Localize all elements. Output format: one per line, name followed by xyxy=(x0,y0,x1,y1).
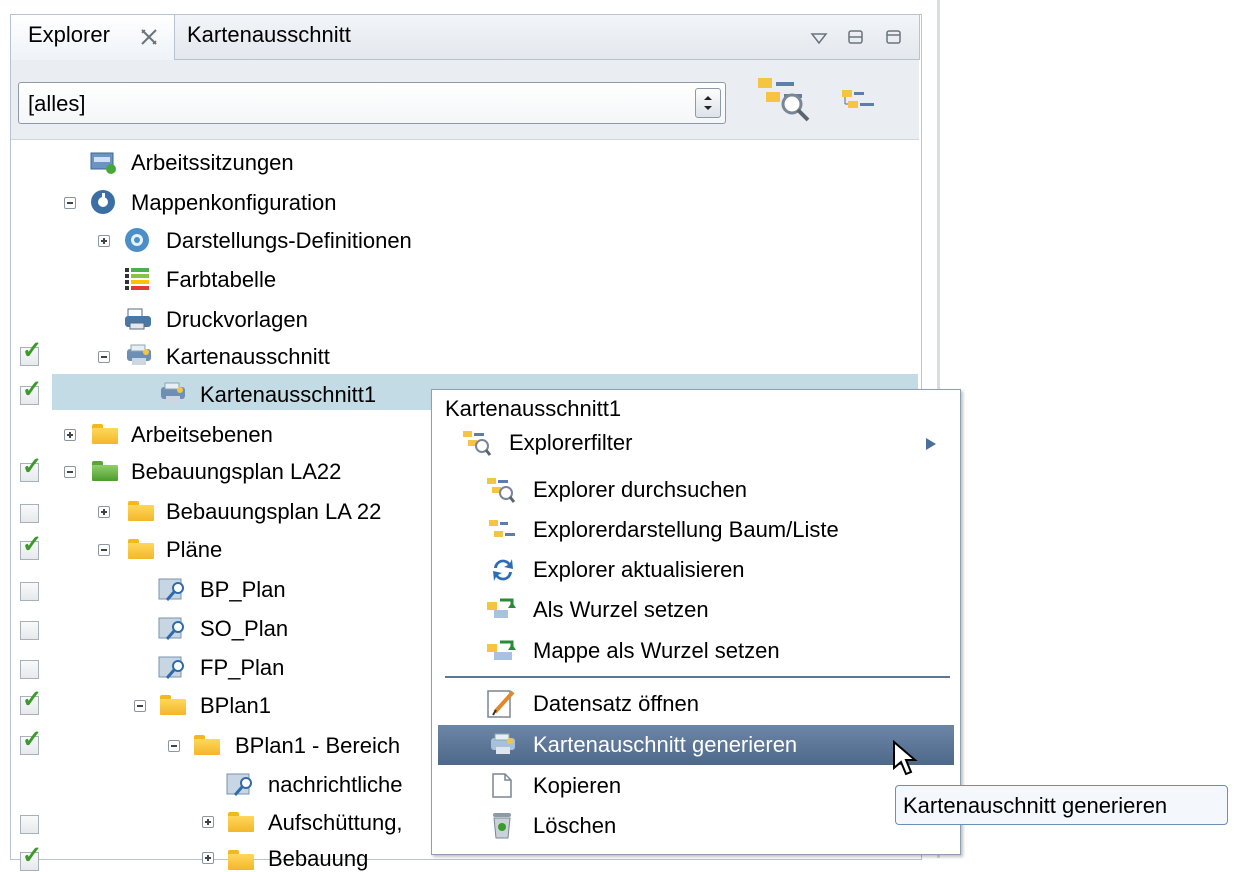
submenu-arrow-icon xyxy=(926,438,936,450)
map-section-icon xyxy=(161,382,185,403)
folder-icon xyxy=(160,695,186,715)
plan-icon xyxy=(158,578,184,601)
collapse-toggle[interactable] xyxy=(134,700,146,712)
expand-toggle[interactable] xyxy=(202,816,214,828)
tree-checkbox[interactable]: ✓ xyxy=(20,455,42,482)
folder-icon xyxy=(228,812,254,832)
tree-checkbox[interactable]: ✓ xyxy=(20,728,42,755)
map-section-icon xyxy=(491,733,515,754)
tree-checkbox[interactable]: ✓ xyxy=(20,688,42,715)
tree-checkbox[interactable]: ✓ xyxy=(20,533,42,560)
config-icon xyxy=(91,190,115,214)
collapse-toggle[interactable] xyxy=(98,351,110,363)
menu-item-explorer-aktualisieren-label: Explorer aktualisieren xyxy=(533,557,745,582)
menu-item-als-wurzel-setzen-label: Als Wurzel setzen xyxy=(533,597,709,622)
menu-item-datensatz-oeffnen-label: Datensatz öffnen xyxy=(533,691,699,716)
tab-explorer-label: Explorer xyxy=(28,22,110,47)
copy-icon xyxy=(492,773,512,798)
tree-item-arbeitsebenen[interactable]: Arbeitsebenen xyxy=(131,422,273,448)
tree-item-darstellungs-definitionen[interactable]: Darstellungs-Definitionen xyxy=(166,228,412,254)
collapse-toggle[interactable] xyxy=(64,466,76,478)
combo-dropdown-button[interactable] xyxy=(695,88,721,118)
set-folder-root-icon xyxy=(487,640,516,660)
plan-icon xyxy=(226,773,252,796)
map-section-icon xyxy=(127,344,151,365)
plan-icon xyxy=(158,617,184,640)
tree-list-icon xyxy=(489,520,515,537)
collapse-toggle[interactable] xyxy=(168,740,180,752)
menu-item-kartenauschnitt-generieren-label: Kartenauschnitt generieren xyxy=(533,732,798,757)
context-menu-title: Kartenausschnitt1 xyxy=(445,396,622,421)
tree-item-fp-plan[interactable]: FP_Plan xyxy=(200,655,284,681)
tree-checkbox[interactable] xyxy=(20,621,39,640)
tree-item-plaene[interactable]: Pläne xyxy=(166,537,222,563)
tree-item-druckvorlagen[interactable]: Druckvorlagen xyxy=(166,307,308,333)
printer-icon xyxy=(125,308,151,330)
tree-item-aufschuettung[interactable]: Aufschüttung, xyxy=(268,810,403,836)
tooltip: Kartenauschnitt generieren xyxy=(895,785,1228,825)
view-menu-icon[interactable] xyxy=(810,32,828,46)
expand-toggle[interactable] xyxy=(98,506,110,518)
tree-checkbox[interactable] xyxy=(20,660,39,679)
tree-checkbox[interactable] xyxy=(20,582,39,601)
expand-toggle[interactable] xyxy=(98,235,110,247)
session-icon xyxy=(90,152,116,174)
collapse-toggle[interactable] xyxy=(98,544,110,556)
folder-icon xyxy=(228,850,254,870)
menu-item-explorer-durchsuchen-label: Explorer durchsuchen xyxy=(533,477,748,502)
tree-item-bebauungsplan-la22[interactable]: Bebauungsplan LA22 xyxy=(131,459,341,485)
delete-icon xyxy=(493,813,511,839)
tree-checkbox[interactable]: ✓ xyxy=(20,844,42,871)
explorer-filter-icon xyxy=(463,431,492,456)
tooltip-text: Kartenauschnitt generieren xyxy=(903,793,1168,818)
edit-record-icon xyxy=(487,690,515,718)
menu-item-loeschen-label: Löschen xyxy=(533,813,617,838)
tree-item-farbtabelle[interactable]: Farbtabelle xyxy=(166,267,276,293)
maximize-icon[interactable] xyxy=(885,28,903,46)
menu-item-mappe-als-wurzel-setzen-label: Mappe als Wurzel setzen xyxy=(533,638,780,663)
refresh-icon xyxy=(493,559,513,581)
tree-item-so-plan[interactable]: SO_Plan xyxy=(200,616,288,642)
tree-item-bplan1[interactable]: BPlan1 xyxy=(200,693,271,719)
mouse-cursor-icon xyxy=(893,740,918,776)
folder-icon xyxy=(92,424,118,444)
explorer-search-icon[interactable] xyxy=(756,76,812,122)
close-tab-icon[interactable] xyxy=(139,27,159,47)
chevron-updown-icon xyxy=(704,96,712,110)
filter-combo[interactable] xyxy=(18,82,726,124)
explorer-search-icon xyxy=(487,478,516,503)
tree-item-arbeitssitzungen[interactable]: Arbeitssitzungen xyxy=(131,150,294,176)
plan-icon xyxy=(158,656,184,679)
tree-item-bebauung[interactable]: Bebauung xyxy=(268,846,368,872)
tree-item-bp-plan[interactable]: BP_Plan xyxy=(200,577,286,603)
color-table-icon xyxy=(125,268,149,290)
menu-item-kopieren-label: Kopieren xyxy=(533,773,622,798)
tree-item-bebauungsplan-la-22[interactable]: Bebauungsplan LA 22 xyxy=(166,499,381,525)
folder-green-icon xyxy=(92,461,118,481)
tree-item-mappenkonfiguration[interactable]: Mappenkonfiguration xyxy=(131,190,336,216)
folder-icon xyxy=(128,539,154,559)
minimize-icon[interactable] xyxy=(847,28,865,46)
menu-item-explorerdarstellung-label: Explorerdarstellung Baum/Liste xyxy=(533,517,839,542)
tree-checkbox[interactable] xyxy=(20,504,39,523)
set-root-icon xyxy=(487,598,516,618)
tree-item-kartenausschnitt1[interactable]: Kartenausschnitt1 xyxy=(200,382,376,408)
menu-separator xyxy=(445,676,950,678)
folder-icon xyxy=(194,735,220,755)
menu-item-explorerfilter-label: Explorerfilter xyxy=(509,430,633,455)
tab-kartenausschnitt[interactable]: Kartenausschnitt xyxy=(187,22,351,48)
tree-item-kartenausschnitt[interactable]: Kartenausschnitt xyxy=(166,344,330,370)
expand-toggle[interactable] xyxy=(202,852,214,864)
tree-list-toggle-icon[interactable] xyxy=(840,88,880,114)
expand-toggle[interactable] xyxy=(64,429,76,441)
collapse-toggle[interactable] xyxy=(64,197,76,209)
folder-icon xyxy=(128,501,154,521)
tree-checkbox[interactable]: ✓ xyxy=(20,339,42,366)
tree-item-nachrichtliche[interactable]: nachrichtliche xyxy=(268,772,403,798)
tree-checkbox[interactable] xyxy=(20,815,39,834)
tree-checkbox[interactable]: ✓ xyxy=(20,378,42,405)
filter-combo-value: [alles] xyxy=(28,91,86,116)
tree-item-bplan1-bereich[interactable]: BPlan1 - Bereich xyxy=(235,733,400,759)
definitions-icon xyxy=(125,228,149,252)
